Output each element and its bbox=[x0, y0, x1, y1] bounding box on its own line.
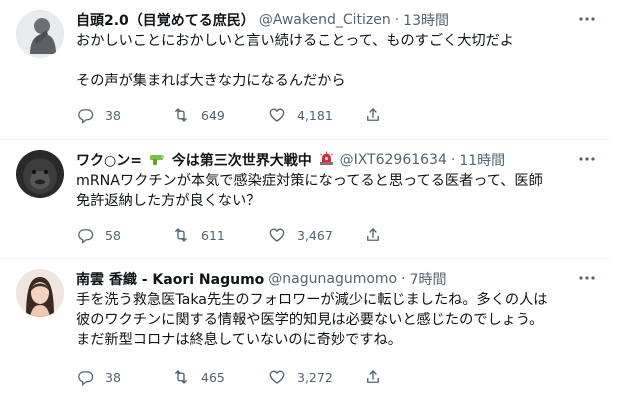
tweet-text: mRNAワクチンが本気で感染症対策になってると思ってる医者って、医師 免許返納し… bbox=[76, 171, 594, 211]
reply-button[interactable]: 38 bbox=[76, 368, 172, 386]
reply-count: 38 bbox=[105, 369, 121, 385]
share-icon bbox=[364, 226, 382, 244]
tweet-text-line: mRNAワクチンが本気で感染症対策になってると思ってる医者って、医師 bbox=[76, 173, 543, 189]
tweet[interactable]: 自頭2.0（目覚めてる庶民） @Awakend_Citizen · 13時間 お… bbox=[0, 0, 610, 140]
user-handle[interactable]: @Awakend_Citizen bbox=[259, 12, 391, 28]
tweet-header: 南雲 香織 - Kaori Nagumo @nagunagumomo · 7時間 bbox=[76, 269, 595, 289]
more-options-icon[interactable] bbox=[576, 267, 598, 289]
heart-icon bbox=[268, 106, 286, 124]
reply-count: 38 bbox=[105, 107, 121, 123]
retweet-button[interactable]: 649 bbox=[172, 106, 268, 124]
share-button[interactable] bbox=[364, 368, 394, 386]
timestamp[interactable]: 11時間 bbox=[459, 150, 505, 170]
more-options-icon[interactable] bbox=[576, 8, 598, 30]
more-options-icon[interactable] bbox=[576, 148, 598, 170]
retweet-icon bbox=[172, 368, 190, 386]
timestamp[interactable]: 13時間 bbox=[403, 10, 449, 30]
share-button[interactable] bbox=[364, 106, 394, 124]
retweet-button[interactable]: 611 bbox=[172, 226, 268, 244]
reply-icon bbox=[76, 226, 94, 244]
reply-button[interactable]: 38 bbox=[76, 106, 172, 124]
tweet-text: おかしいことにおかしいと言い続けることって、ものすごく大切だよ その声が集まれば… bbox=[76, 31, 594, 91]
retweet-icon bbox=[172, 226, 190, 244]
heart-icon bbox=[268, 368, 286, 386]
display-name[interactable]: 南雲 香織 - Kaori Nagumo bbox=[76, 269, 264, 289]
tweet-text: 手を洗う救急医Taka先生のフォロワーが減少に転じましたね。多くの人は 彼のワク… bbox=[76, 290, 594, 350]
tweet-text-line: 彼のワクチンに関する情報や医学的知見は必要ないと感じたのでしょう。 bbox=[76, 312, 544, 328]
like-count: 3,272 bbox=[297, 369, 333, 385]
tweet-actions: 58 611 3,467 bbox=[76, 225, 594, 245]
retweet-icon bbox=[172, 106, 190, 124]
retweet-count: 649 bbox=[201, 107, 225, 123]
user-handle[interactable]: @nagunagumomo bbox=[268, 271, 397, 287]
tweet-header: ワク○ン= 今は第三次世界大戦中 @IXT62961634 · 11時間 bbox=[76, 150, 595, 171]
water-pistol-icon bbox=[149, 152, 165, 170]
tweet-text-line: まだ新型コロナは終息していないのに奇妙ですね。 bbox=[76, 332, 402, 348]
siren-icon bbox=[319, 151, 334, 170]
tweet-actions: 38 465 3,272 bbox=[76, 367, 594, 387]
tweet-header: 自頭2.0（目覚めてる庶民） @Awakend_Citizen · 13時間 bbox=[76, 10, 595, 30]
display-name-part: 今は第三次世界大戦中 bbox=[171, 152, 312, 169]
retweet-count: 465 bbox=[201, 369, 225, 385]
tweet-actions: 38 649 4,181 bbox=[76, 105, 594, 125]
like-count: 4,181 bbox=[297, 107, 333, 123]
tweet-text-line: 免許返納した方が良くない？ bbox=[76, 193, 261, 209]
share-icon bbox=[364, 368, 382, 386]
like-button[interactable]: 3,272 bbox=[268, 368, 364, 386]
tweet[interactable]: ワク○ン= 今は第三次世界大戦中 @IXT62961634 · 11時間 mRN… bbox=[0, 140, 610, 259]
avatar[interactable] bbox=[16, 10, 64, 58]
timestamp[interactable]: 7時間 bbox=[410, 269, 447, 289]
retweet-count: 611 bbox=[201, 227, 225, 243]
share-icon bbox=[364, 106, 382, 124]
separator: · bbox=[401, 271, 406, 287]
reply-count: 58 bbox=[105, 227, 121, 243]
like-button[interactable]: 4,181 bbox=[268, 106, 364, 124]
retweet-button[interactable]: 465 bbox=[172, 368, 268, 386]
separator: · bbox=[394, 12, 400, 28]
display-name[interactable]: 自頭2.0（目覚めてる庶民） bbox=[76, 10, 255, 30]
reply-icon bbox=[76, 106, 94, 124]
tweet[interactable]: 南雲 香織 - Kaori Nagumo @nagunagumomo · 7時間… bbox=[0, 259, 610, 410]
like-button[interactable]: 3,467 bbox=[268, 226, 364, 244]
display-name-part: ワク○ン= bbox=[76, 152, 142, 169]
like-count: 3,467 bbox=[297, 227, 333, 243]
display-name[interactable]: ワク○ン= 今は第三次世界大戦中 bbox=[76, 150, 336, 171]
user-handle[interactable]: @IXT62961634 bbox=[340, 152, 447, 168]
tweet-text-line: その声が集まれば大きな力になるんだから bbox=[76, 73, 346, 89]
share-button[interactable] bbox=[364, 226, 394, 244]
timeline: 自頭2.0（目覚めてる庶民） @Awakend_Citizen · 13時間 お… bbox=[0, 0, 625, 410]
reply-button[interactable]: 58 bbox=[76, 226, 172, 244]
tweet-text-line: おかしいことにおかしいと言い続けることって、ものすごく大切だよ bbox=[76, 33, 514, 49]
reply-icon bbox=[76, 368, 94, 386]
avatar[interactable] bbox=[16, 269, 64, 317]
avatar[interactable] bbox=[16, 150, 64, 198]
tweet-text-line: 手を洗う救急医Taka先生のフォロワーが減少に転じましたね。多くの人は bbox=[76, 292, 548, 308]
heart-icon bbox=[268, 226, 286, 244]
separator: · bbox=[450, 152, 456, 168]
